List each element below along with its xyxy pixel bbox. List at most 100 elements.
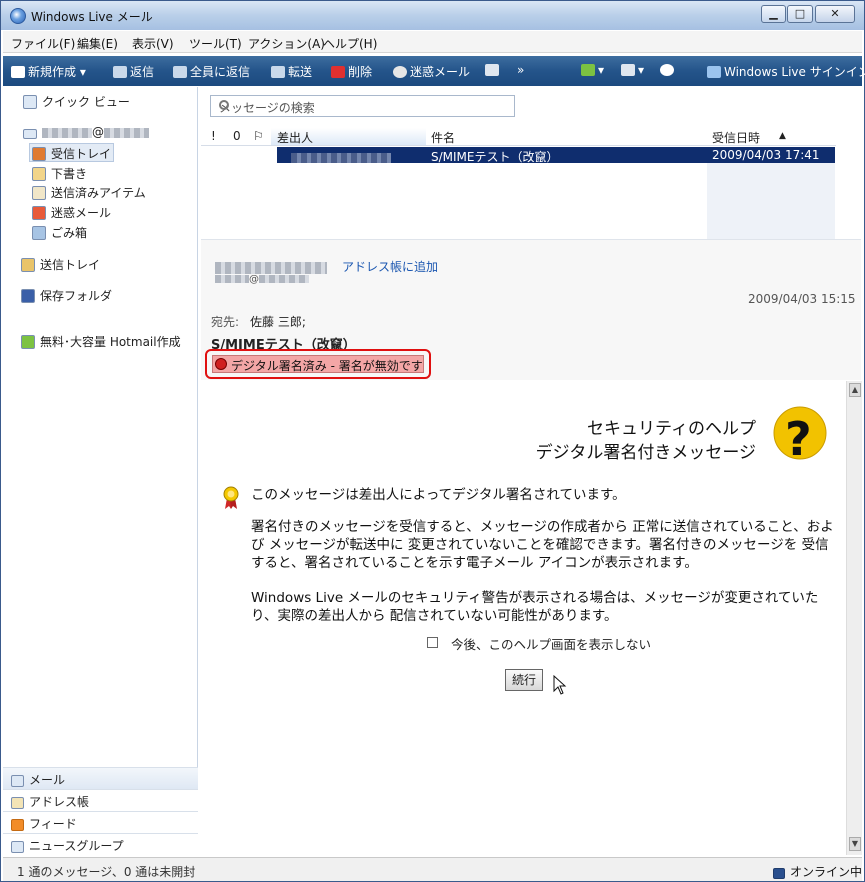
quick-views[interactable]: クイック ビュー xyxy=(23,93,130,110)
col-subject[interactable]: 件名 xyxy=(431,129,455,146)
message-subject: S/MIMEテスト（改竄） xyxy=(431,150,559,164)
signin-button[interactable]: Windows Live サインイン xyxy=(707,63,865,80)
maximize-button[interactable]: □ xyxy=(787,5,813,23)
menu-bar: ファイル(F) 編集(E) 表示(V) ツール(T) アクション(A) ヘルプ(… xyxy=(3,31,862,53)
drafts-icon xyxy=(32,167,46,181)
reply-all-icon xyxy=(173,66,187,78)
security-help-panel: セキュリティのヘルプ デジタル署名付きメッセージ ? このメッセージは差出人によ… xyxy=(201,381,846,855)
contacts-icon xyxy=(11,797,24,809)
menu-edit[interactable]: 編集(E) xyxy=(77,35,118,52)
outbox-icon xyxy=(21,258,35,272)
folder-drafts[interactable]: 下書き xyxy=(32,165,87,182)
folder-storage[interactable]: 保存フォルダ xyxy=(21,287,112,304)
message-date: 2009/04/03 17:41 xyxy=(712,148,820,162)
new-button[interactable]: 新規作成 ▾ xyxy=(11,63,86,80)
col-date[interactable]: 受信日時 xyxy=(712,129,760,146)
help-paragraph-2: Windows Live メールのセキュリティ警告が表示される場合は、メッセージ… xyxy=(251,590,819,624)
from-name-redacted xyxy=(215,260,327,274)
more-button[interactable]: » xyxy=(517,63,524,77)
menu-actions[interactable]: アクション(A) xyxy=(248,35,325,52)
signature-warning-text: デジタル署名済み - 署名が無効です xyxy=(231,359,423,373)
signature-warning-bar[interactable]: デジタル署名済み - 署名が無効です xyxy=(212,355,424,373)
preview-date: 2009/04/03 15:15 xyxy=(748,292,856,306)
continue-button[interactable]: 続行 xyxy=(505,669,543,691)
from-address: @ xyxy=(215,274,309,285)
print-button[interactable] xyxy=(485,63,502,77)
hotmail-signup-link[interactable]: 無料･大容量 Hotmail作成 xyxy=(21,333,181,350)
print-icon xyxy=(485,64,499,76)
help-scrollbar[interactable]: ▲ ▼ xyxy=(846,381,862,855)
rss-icon xyxy=(11,819,24,831)
search-input[interactable]: メッセージの検索 xyxy=(210,95,515,117)
status-message-count: 1 通のメッセージ、0 通は未開封 xyxy=(17,865,196,879)
col-flag[interactable]: ⚐ xyxy=(253,129,264,143)
windows-live-icon xyxy=(707,66,721,78)
folder-outbox[interactable]: 送信トレイ xyxy=(21,256,100,273)
storage-folder-icon xyxy=(21,289,35,303)
help-paragraph-1: 署名付きのメッセージを受信すると、メッセージの作成者から 正常に送信されているこ… xyxy=(251,519,834,571)
junk-button[interactable]: 迷惑メール xyxy=(393,63,470,80)
dont-show-label: 今後、このヘルプ画面を表示しない xyxy=(451,637,652,652)
certificate-ribbon-icon xyxy=(223,486,239,509)
col-sender[interactable]: 差出人 xyxy=(277,129,313,146)
junk-folder-icon xyxy=(32,206,46,220)
menu-tools[interactable]: ツール(T) xyxy=(189,35,242,52)
color-button[interactable]: ▾ xyxy=(581,63,604,77)
folder-inbox[interactable]: 受信トレイ xyxy=(32,145,111,162)
nav-contacts[interactable]: アドレス帳 xyxy=(3,789,198,811)
folder-sent[interactable]: 送信済みアイテム xyxy=(32,184,146,201)
paintbrush-icon xyxy=(581,64,595,76)
window-title: Windows Live メール xyxy=(31,10,153,24)
to-label: 宛先: xyxy=(211,315,240,329)
help-button[interactable] xyxy=(660,63,677,77)
col-importance[interactable]: ! xyxy=(211,129,216,143)
junk-icon xyxy=(393,66,407,78)
reply-icon xyxy=(113,66,127,78)
delete-button[interactable]: 削除 xyxy=(331,63,372,80)
sort-ascending-icon: ▲ xyxy=(779,131,786,141)
toolbar: 新規作成 ▾ 返信 全員に返信 転送 削除 迷惑メール » ▾ ▾ Window… xyxy=(3,56,865,86)
account-domain-redacted xyxy=(104,127,149,138)
account-header[interactable]: @ xyxy=(23,125,149,139)
nav-mail[interactable]: メール xyxy=(3,767,198,789)
app-window: Windows Live メール ▁ □ ✕ ファイル(F) 編集(E) 表示(… xyxy=(0,0,865,882)
menu-help[interactable]: ヘルプ(H) xyxy=(323,35,377,52)
folder-junk[interactable]: 迷惑メール xyxy=(32,204,111,221)
delete-x-icon xyxy=(331,66,345,78)
scroll-down-arrow[interactable]: ▼ xyxy=(849,837,861,851)
hotmail-add-icon xyxy=(21,335,35,349)
status-bar: 1 通のメッセージ、0 通は未開封 オンライン中 xyxy=(3,857,862,881)
search-placeholder: メッセージの検索 xyxy=(219,101,315,115)
status-online: オンライン中 xyxy=(773,863,862,880)
newsgroup-icon xyxy=(11,841,24,853)
menu-file[interactable]: ファイル(F) xyxy=(11,35,75,52)
help-lead-text: このメッセージは差出人によってデジタル署名されています。 xyxy=(251,487,626,503)
menu-view[interactable]: 表示(V) xyxy=(132,35,174,52)
minimize-button[interactable]: ▁ xyxy=(761,5,786,23)
sent-icon xyxy=(32,186,46,200)
reply-all-button[interactable]: 全員に返信 xyxy=(173,63,250,80)
nav-newsgroups[interactable]: ニュースグループ xyxy=(3,833,198,855)
forward-button[interactable]: 転送 xyxy=(271,63,312,80)
windows-live-mail-icon xyxy=(10,8,26,24)
dont-show-checkbox[interactable] xyxy=(427,637,438,648)
col-attachment[interactable]: 0 xyxy=(233,129,241,143)
title-bar: Windows Live メール ▁ □ ✕ xyxy=(1,1,864,30)
help-subtitle: デジタル署名付きメッセージ xyxy=(535,443,756,463)
folder-trash[interactable]: ごみ箱 xyxy=(32,224,87,241)
layout-icon xyxy=(621,64,635,76)
close-button[interactable]: ✕ xyxy=(815,5,855,23)
add-to-contacts-link[interactable]: アドレス帳に追加 xyxy=(342,258,438,275)
bottom-nav: メール アドレス帳 フィード ニュースグループ xyxy=(3,767,198,855)
scroll-up-arrow[interactable]: ▲ xyxy=(849,383,861,397)
account-icon xyxy=(23,129,37,139)
message-list-header: ! 0 ⚐ 差出人 件名 受信日時 ▲ xyxy=(201,128,836,146)
layout-button[interactable]: ▾ xyxy=(621,63,644,77)
online-monitor-icon xyxy=(773,868,785,879)
inbox-icon xyxy=(32,147,46,161)
message-row[interactable]: S/MIMEテスト（改竄） 2009/04/03 17:41 xyxy=(277,147,835,164)
search-icon[interactable] xyxy=(219,100,229,110)
nav-feeds[interactable]: フィード xyxy=(3,811,198,833)
reply-button[interactable]: 返信 xyxy=(113,63,154,80)
mail-icon xyxy=(11,775,24,787)
